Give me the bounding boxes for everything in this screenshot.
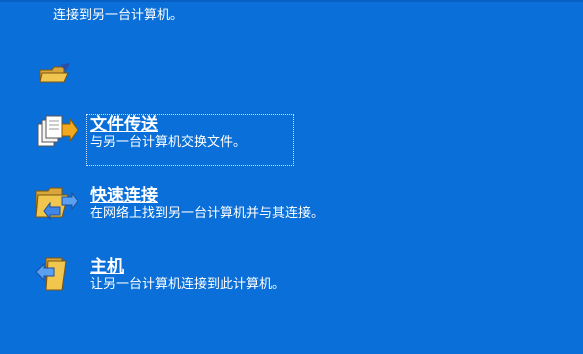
option-description: 让另一台计算机连接到此计算机。 [90,277,286,292]
option-host[interactable]: 主机 让另一台计算机连接到此计算机。 [32,252,432,304]
folder-arrow-icon [39,63,70,83]
intro-text: 连接到另一台计算机。 [53,8,184,23]
top-edge [0,0,583,2]
quick-connect-icon [35,187,78,221]
option-file-transfer[interactable]: 文件传送 与另一台计算机交换文件。 [32,110,432,162]
option-description: 在网络上找到另一台计算机并与其连接。 [90,206,325,221]
intro [38,62,72,86]
host-icon [35,257,67,291]
option-quick-connect[interactable]: 快速连接 在网络上找到另一台计算机并与其连接。 [32,181,432,233]
file-transfer-icon [37,115,78,147]
option-description: 与另一台计算机交换文件。 [90,135,247,150]
